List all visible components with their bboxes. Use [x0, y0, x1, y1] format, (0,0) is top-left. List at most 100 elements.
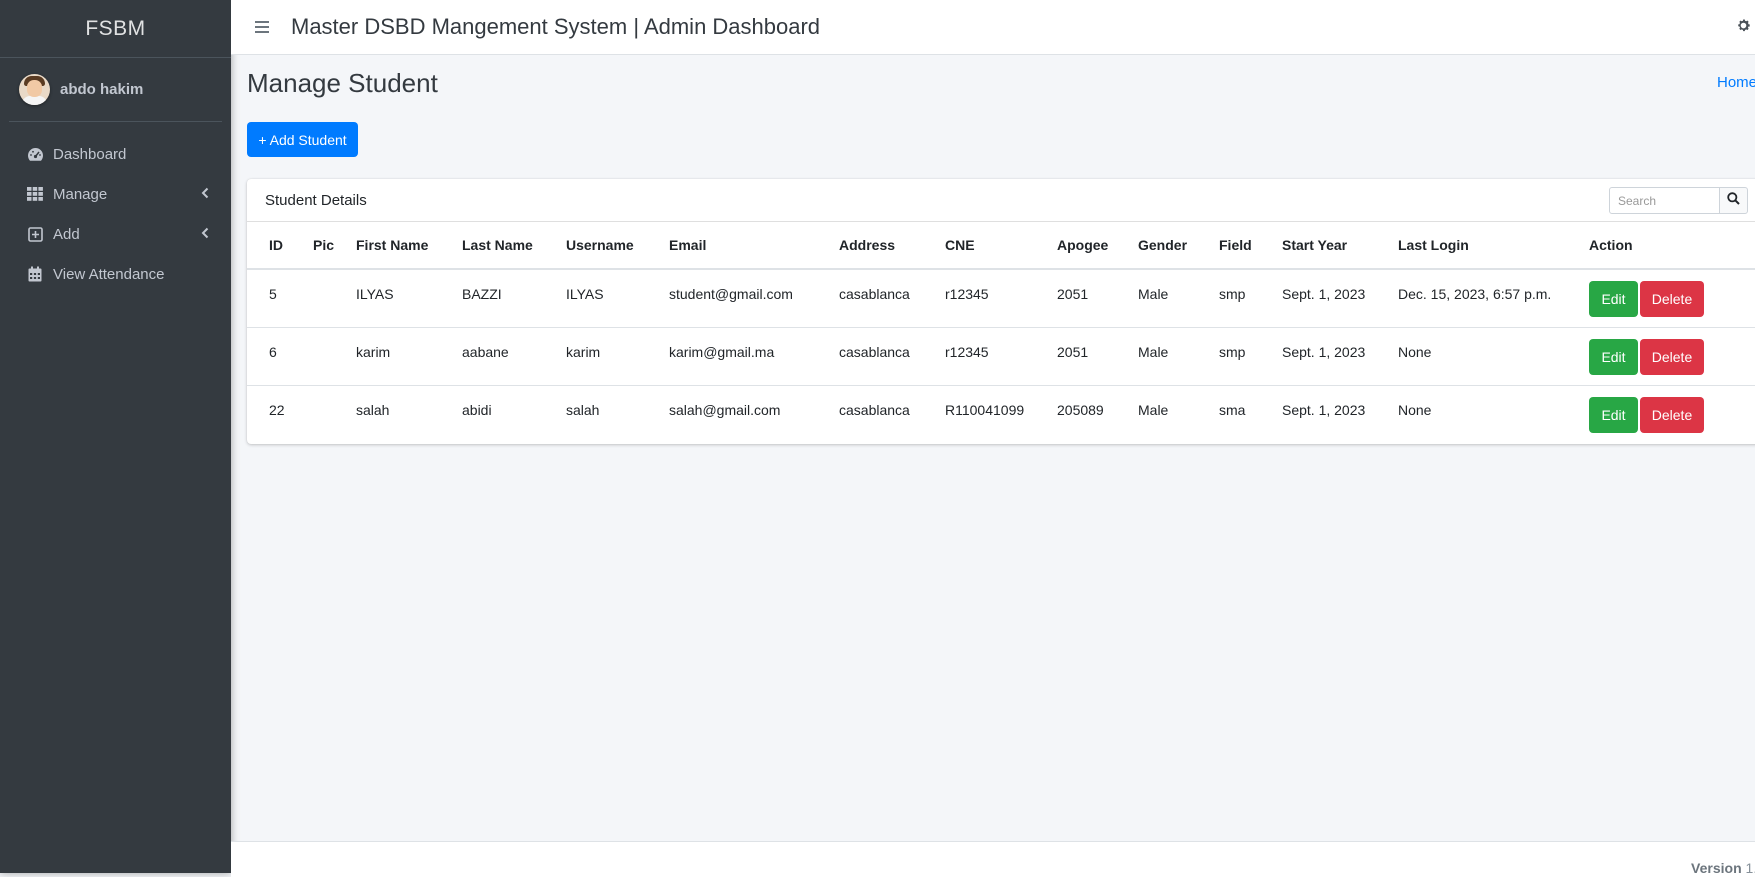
cell-username: ILYAS: [566, 269, 669, 328]
sidebar-item-label: Dashboard: [53, 145, 127, 163]
cell-first-name: ILYAS: [356, 269, 462, 328]
footer: Version 1.0: [231, 841, 1755, 877]
cell-gender: Male: [1138, 327, 1219, 386]
column-header[interactable]: Field: [1219, 222, 1282, 270]
card-title: Student Details: [265, 192, 367, 209]
cell-start-year: Sept. 1, 2023: [1282, 269, 1398, 328]
cell-cne: r12345: [945, 327, 1057, 386]
student-details-card: Student Details ID Pic First Name Last N…: [247, 179, 1755, 444]
sidebar-item-manage[interactable]: Manage: [0, 174, 231, 214]
sidebar-item-label: Add: [53, 225, 80, 243]
table-row: 5 ILYAS BAZZI ILYAS student@gmail.com ca…: [247, 269, 1755, 328]
system-title: Master DSBD Mangement System | Admin Das…: [291, 14, 821, 39]
plus-square-icon: [26, 225, 44, 243]
sidebar-item-dashboard[interactable]: Dashboard: [0, 134, 231, 174]
column-header[interactable]: CNE: [945, 222, 1057, 270]
brand-logo[interactable]: FSBM: [0, 0, 231, 58]
cell-cne: R110041099: [945, 401, 1025, 418]
cell-username: karim: [566, 327, 669, 386]
student-table: ID Pic First Name Last Name Username Ema…: [247, 222, 1755, 443]
avatar[interactable]: [19, 74, 50, 105]
cell-first-name: salah: [356, 401, 390, 418]
cell-last-login: None: [1398, 401, 1432, 418]
cell-address: casablanca: [839, 269, 945, 328]
cell-field: sma: [1219, 401, 1246, 418]
grid-icon: [26, 185, 44, 203]
cell-id: 6: [269, 327, 313, 386]
cell-apogee: 2051: [1057, 327, 1138, 386]
cell-last-name: BAZZI: [462, 269, 566, 328]
add-student-button[interactable]: + Add Student: [247, 122, 358, 157]
cell-address: casablanca: [839, 401, 910, 418]
sidebar-nav: Dashboard Manage Add View Attendance: [0, 134, 231, 294]
menu-icon[interactable]: [255, 18, 269, 36]
sidebar-item-view-attendance[interactable]: View Attendance: [0, 254, 231, 294]
edit-button[interactable]: Edit: [1589, 281, 1638, 317]
cell-action: Edit Delete: [1589, 385, 1755, 443]
table-header-row: ID Pic First Name Last Name Username Ema…: [247, 222, 1755, 270]
delete-button[interactable]: Delete: [1640, 396, 1704, 433]
sidebar-item-add[interactable]: Add: [0, 214, 231, 254]
version-value: 1.0: [1745, 860, 1755, 876]
version-label: Version: [1691, 860, 1742, 876]
search-icon: [1727, 191, 1740, 210]
user-name[interactable]: abdo hakim: [60, 81, 143, 98]
cell-field: smp: [1219, 327, 1282, 386]
edit-button[interactable]: Edit: [1589, 338, 1638, 375]
search-button[interactable]: [1719, 187, 1748, 214]
card-header: Student Details: [247, 179, 1755, 222]
cell-email: student@gmail.com: [669, 269, 839, 328]
column-header[interactable]: Start Year: [1282, 222, 1398, 270]
cell-id: 5: [269, 269, 313, 328]
cell-last-name: abidi: [462, 401, 492, 418]
cell-pic: [313, 269, 356, 328]
user-panel: abdo hakim: [9, 58, 222, 122]
chevron-left-icon: [201, 226, 209, 243]
column-header: Action: [1589, 222, 1755, 270]
sidebar: FSBM abdo hakim Dashboard Manage Add Vie…: [0, 0, 231, 873]
cell-field: smp: [1219, 269, 1282, 328]
cell-action: Edit Delete: [1589, 269, 1755, 328]
search-input[interactable]: [1609, 187, 1720, 214]
edit-button[interactable]: Edit: [1589, 396, 1638, 433]
cell-last-login: None: [1398, 327, 1589, 386]
cell-pic: [313, 327, 356, 386]
column-header[interactable]: Address: [839, 222, 945, 270]
column-header[interactable]: Gender: [1138, 222, 1219, 270]
chevron-left-icon: [201, 186, 209, 203]
sidebar-item-label: Manage: [53, 185, 108, 203]
delete-button[interactable]: Delete: [1640, 338, 1704, 375]
column-header[interactable]: Apogee: [1057, 222, 1138, 270]
cell-email: salah@gmail.com: [669, 401, 781, 418]
cell-last-name: aabane: [462, 327, 566, 386]
column-header[interactable]: Pic: [313, 222, 356, 270]
cell-apogee: 205089: [1057, 401, 1104, 418]
column-header[interactable]: Email: [669, 222, 839, 270]
cell-address: casablanca: [839, 327, 945, 386]
cell-first-name: karim: [356, 327, 462, 386]
page-title: Manage Student: [247, 68, 438, 98]
cell-start-year: Sept. 1, 2023: [1282, 327, 1398, 386]
calendar-icon: [26, 265, 44, 283]
cell-id: 22: [269, 401, 285, 418]
sidebar-item-label: View Attendance: [53, 265, 165, 283]
table-row: 6 karim aabane karim karim@gmail.ma casa…: [247, 327, 1755, 386]
cell-apogee: 2051: [1057, 269, 1138, 328]
cell-username: salah: [566, 401, 600, 418]
gear-icon[interactable]: [1736, 18, 1751, 38]
column-header[interactable]: First Name: [356, 222, 462, 270]
cell-last-login: Dec. 15, 2023, 6:57 p.m.: [1398, 269, 1589, 328]
cell-action: Edit Delete: [1589, 327, 1755, 386]
column-header[interactable]: ID: [269, 222, 313, 270]
cell-email: karim@gmail.ma: [669, 327, 839, 386]
column-header[interactable]: Username: [566, 222, 669, 270]
breadcrumb-home[interactable]: Home: [1717, 74, 1755, 91]
cell-pic: [313, 385, 356, 443]
column-header[interactable]: Last Login: [1398, 222, 1589, 270]
cell-gender: Male: [1138, 269, 1219, 328]
version-info: Version 1.0: [1691, 860, 1755, 876]
column-header[interactable]: Last Name: [462, 222, 566, 270]
delete-button[interactable]: Delete: [1640, 281, 1704, 317]
table-row: 22 salah abidi salah salah@gmail.com cas…: [247, 385, 1755, 443]
top-navbar: Master DSBD Mangement System | Admin Das…: [231, 0, 1755, 55]
